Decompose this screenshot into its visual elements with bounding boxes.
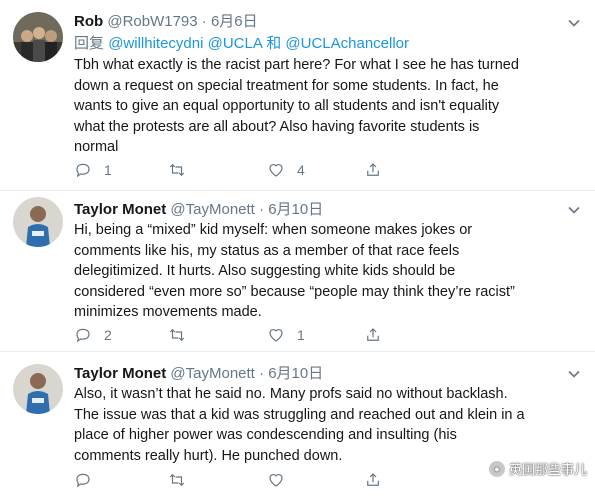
- tweet-date[interactable]: 6月10日: [268, 365, 323, 382]
- display-name[interactable]: Taylor Monet: [74, 365, 166, 382]
- like-button[interactable]: 1: [267, 325, 305, 345]
- tweet-text: Tbh what exactly is the racist part here…: [74, 55, 584, 158]
- text-line: Hi, being a “mixed” kid myself: when som…: [74, 222, 473, 238]
- reply-button[interactable]: [74, 470, 92, 490]
- tweet-rob[interactable]: Rob @RobW1793 · 6月6日 回复 @willhitecydni @…: [0, 0, 595, 190]
- chevron-down-icon[interactable]: [567, 16, 581, 30]
- tweet-date[interactable]: 6月10日: [268, 201, 323, 218]
- retweet-button[interactable]: [168, 325, 198, 345]
- reply-count: 1: [104, 162, 112, 178]
- tweet-header: Taylor Monet @TayMonett · 6月10日: [74, 201, 324, 218]
- display-name[interactable]: Taylor Monet: [74, 201, 166, 218]
- text-line: normal: [74, 139, 119, 155]
- share-icon: [367, 163, 379, 176]
- watermark: ● 英国那些事儿: [488, 459, 587, 478]
- mention-link[interactable]: @UCLA: [208, 35, 262, 52]
- user-handle[interactable]: @TayMonett: [170, 365, 254, 382]
- tweet-header: Rob @RobW1793 · 6月6日: [74, 13, 258, 30]
- text-line: place of higher power was condescending …: [74, 427, 457, 443]
- retweet-icon: [169, 473, 185, 487]
- mention-link[interactable]: @UCLAchancellor: [285, 35, 409, 52]
- like-count: 4: [297, 162, 305, 178]
- user-handle[interactable]: @TayMonett: [170, 201, 254, 218]
- retweet-button[interactable]: [168, 160, 198, 180]
- text-line: Also, it wasn’t that he said no. Many pr…: [74, 386, 508, 402]
- reply-button[interactable]: 2: [74, 325, 112, 345]
- tweet-actions: [74, 470, 514, 490]
- share-button[interactable]: [364, 470, 382, 490]
- share-button[interactable]: [364, 325, 382, 345]
- text-line: down a request on special treatment for …: [74, 77, 499, 94]
- reply-button[interactable]: 1: [74, 160, 112, 180]
- display-name[interactable]: Rob: [74, 13, 103, 30]
- tweet-header: Taylor Monet @TayMonett · 6月10日: [74, 365, 324, 382]
- like-count: 1: [297, 327, 305, 343]
- tweet-taylor-1[interactable]: Taylor Monet @TayMonett · 6月10日 Hi, bein…: [0, 191, 595, 351]
- tweet-date[interactable]: 6月6日: [211, 13, 258, 30]
- text-line: Tbh what exactly is the racist part here…: [74, 57, 519, 73]
- mention-link[interactable]: @willhitecydni: [108, 35, 203, 52]
- like-button[interactable]: [267, 470, 285, 490]
- reply-count: 2: [104, 327, 112, 343]
- reply-icon: [76, 163, 90, 178]
- text-line: what the protests are all about? Also ha…: [74, 118, 480, 135]
- tweet-actions: 2 1: [74, 325, 514, 345]
- avatar[interactable]: [13, 197, 63, 247]
- wechat-logo-icon: ●: [488, 460, 505, 477]
- share-icon: [367, 328, 379, 341]
- heart-icon: [269, 474, 283, 487]
- text-line: wants to give an equal opportunity to al…: [74, 98, 500, 114]
- chevron-down-icon[interactable]: [567, 367, 581, 381]
- reply-prefix: 回复: [74, 35, 105, 52]
- retweet-button[interactable]: [168, 470, 186, 490]
- reply-and: 和: [266, 35, 282, 52]
- watermark-text: 英国那些事儿: [508, 462, 587, 477]
- share-icon: [367, 473, 379, 486]
- user-handle[interactable]: @RobW1793: [107, 13, 197, 30]
- reply-icon: [76, 328, 90, 343]
- avatar[interactable]: [13, 12, 63, 62]
- share-button[interactable]: [364, 160, 382, 180]
- heart-icon: [269, 329, 283, 342]
- text-line: comments like his, my status as a member…: [74, 242, 460, 259]
- retweet-icon: [169, 163, 185, 177]
- text-line: considered “even more so” because “peopl…: [74, 283, 515, 300]
- heart-icon: [269, 164, 283, 177]
- reply-icon: [76, 473, 90, 488]
- tweet-text: Hi, being a “mixed” kid myself: when som…: [74, 220, 584, 323]
- tweet-actions: 1 4: [74, 160, 514, 180]
- like-button[interactable]: 4: [267, 160, 305, 180]
- retweet-icon: [169, 328, 185, 342]
- avatar[interactable]: [13, 364, 63, 414]
- text-line: delegitimized. It hurts. Also suggesting…: [74, 263, 456, 279]
- text-line: minimizes movements made.: [74, 304, 262, 320]
- text-line: The issue was that a kid was struggling …: [74, 406, 525, 423]
- reply-context: 回复 @willhitecydni @UCLA 和 @UCLAchancello…: [74, 34, 409, 54]
- tweet-text: Also, it wasn’t that he said no. Many pr…: [74, 384, 584, 466]
- chevron-down-icon[interactable]: [567, 203, 581, 217]
